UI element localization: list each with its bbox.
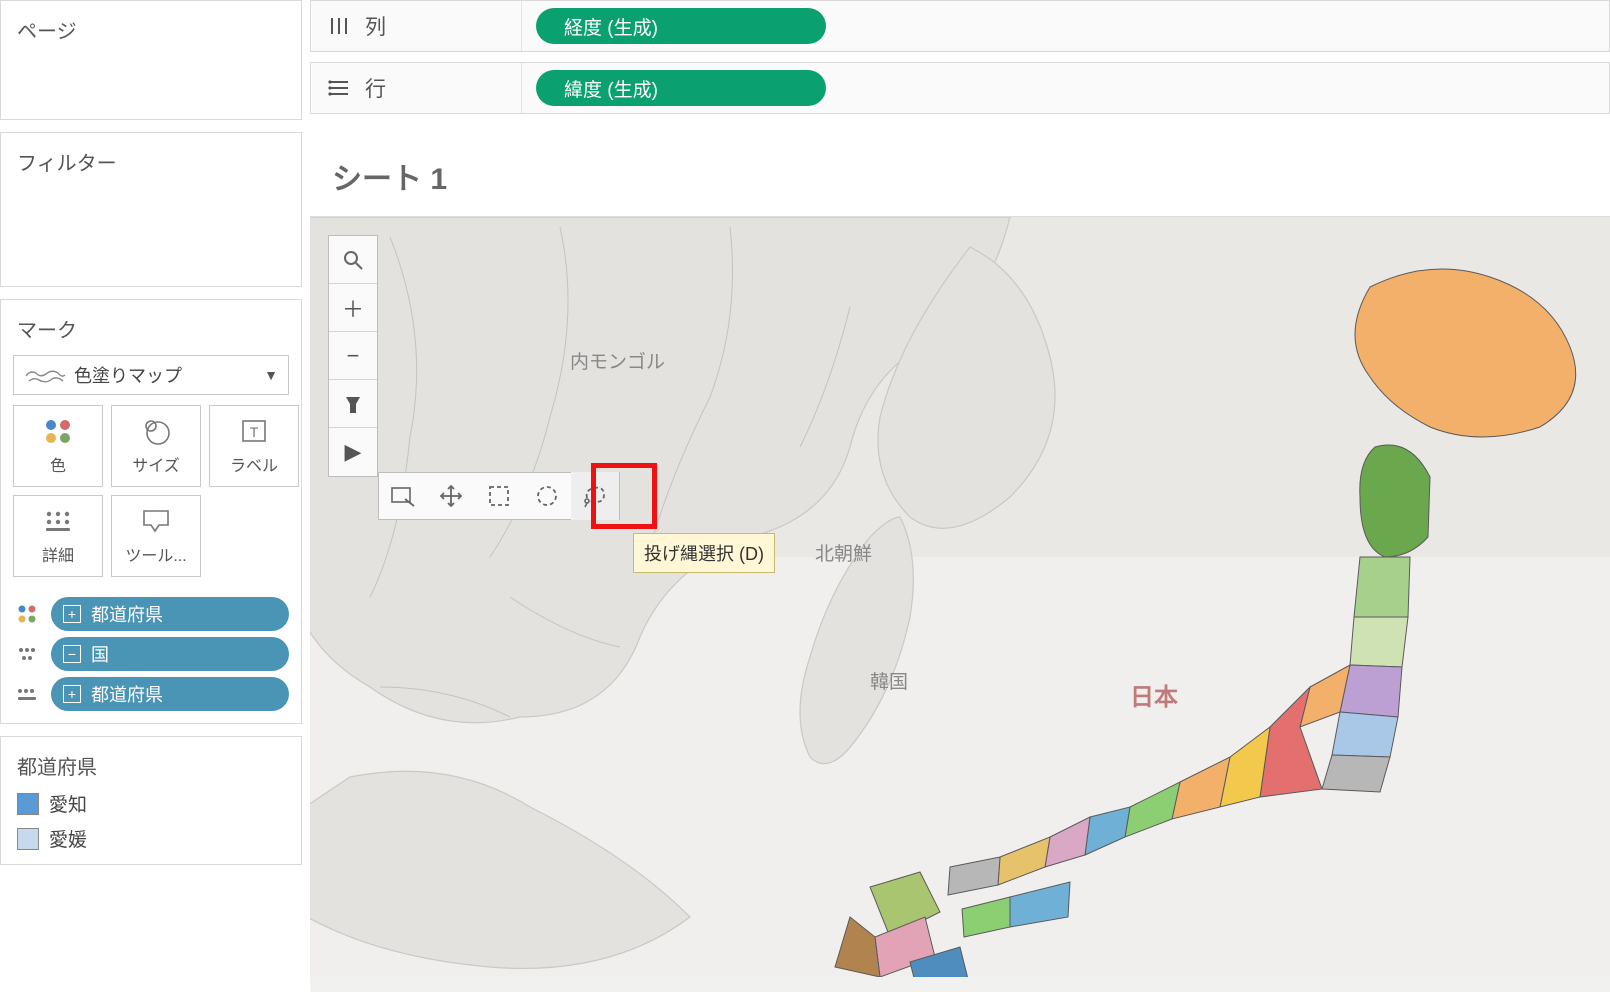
filters-shelf[interactable]: フィルター [0,132,302,287]
expand-tools-button[interactable]: ▶ [329,428,377,476]
detail-dots-icon [13,643,41,665]
zoom-in-button[interactable]: ＋ [329,284,377,332]
columns-shelf[interactable]: 列 経度 (生成) [310,0,1610,52]
map-label-japan: 日本 [1130,677,1178,712]
label-icon: T [237,416,271,446]
search-icon [342,249,364,271]
chevron-down-icon: ▼ [264,367,278,383]
pin-icon [342,393,364,415]
pill-color-prefecture[interactable]: + 都道府県 [51,597,289,631]
mark-type-label: 色塗りマップ [74,362,182,388]
map-vertical-toolbar: ＋ − ▶ [328,235,378,477]
marks-card: マーク 色塗りマップ ▼ 色 サイズ T ラベル [0,299,302,724]
map-label-korea: 韓国 [870,667,908,694]
legend-swatch [17,828,39,850]
legend-item[interactable]: 愛知 [1,786,301,821]
rows-label: 行 [365,73,386,103]
tooltip-icon [139,506,173,536]
detail-icon [41,506,75,536]
move-icon [439,484,463,508]
radial-select-button[interactable] [523,472,571,520]
tooltip: 投げ縄選択 (D) [633,533,775,573]
zoom-out-button[interactable]: − [329,332,377,380]
map-selection-toolbar [378,472,620,520]
rows-pill[interactable]: 緯度 (生成) [536,70,826,106]
pill-detail-prefecture[interactable]: + 都道府県 [51,677,289,711]
rect-select-button[interactable] [475,472,523,520]
size-icon [139,416,173,446]
map-label-north-korea: 北朝鮮 [815,539,872,566]
legend-item[interactable]: 愛媛 [1,821,301,856]
zoom-area-icon [390,484,416,508]
color-dots-icon [13,603,41,625]
tooltip-button[interactable]: ツール... [111,495,201,577]
color-dots-icon [41,416,75,446]
legend-title: 都道府県 [1,737,301,786]
lasso-icon [582,484,608,508]
rect-select-icon [487,484,511,508]
pill-detail-country[interactable]: − 国 [51,637,289,671]
columns-label: 列 [365,11,386,41]
circle-select-icon [535,484,559,508]
search-button[interactable] [329,236,377,284]
sheet-title[interactable]: シート 1 [310,124,1610,216]
plus-icon: + [63,685,81,703]
minus-icon: − [63,645,81,663]
world-icon [24,364,66,386]
legend-card: 都道府県 愛知 愛媛 [0,736,302,865]
lasso-select-button[interactable] [571,472,619,520]
color-button[interactable]: 色 [13,405,103,487]
mark-type-select[interactable]: 色塗りマップ ▼ [13,355,289,395]
plus-icon: ＋ [342,292,364,324]
pages-shelf[interactable]: ページ [0,0,302,120]
svg-text:T: T [250,424,259,440]
map-viz[interactable]: 内モンゴル 北朝鮮 韓国 日本 ＋ − ▶ [310,216,1610,992]
detail-button[interactable]: 詳細 [13,495,103,577]
map-canvas[interactable] [310,217,1610,977]
legend-swatch [17,793,39,815]
triangle-right-icon: ▶ [345,439,362,465]
columns-pill[interactable]: 経度 (生成) [536,8,826,44]
marks-title: マーク [1,300,301,349]
detail-dots-row-icon [13,683,41,705]
filters-title: フィルター [1,133,301,182]
rows-shelf[interactable]: 行 緯度 (生成) [310,62,1610,114]
label-button[interactable]: T ラベル [209,405,299,487]
plus-icon: + [63,605,81,623]
pages-title: ページ [1,1,301,50]
rows-icon [327,77,351,99]
size-button[interactable]: サイズ [111,405,201,487]
pin-button[interactable] [329,380,377,428]
map-label-inner-mongolia: 内モンゴル [570,347,665,374]
pan-button[interactable] [427,472,475,520]
minus-icon: − [347,343,360,369]
zoom-area-button[interactable] [379,472,427,520]
columns-icon [327,15,351,37]
